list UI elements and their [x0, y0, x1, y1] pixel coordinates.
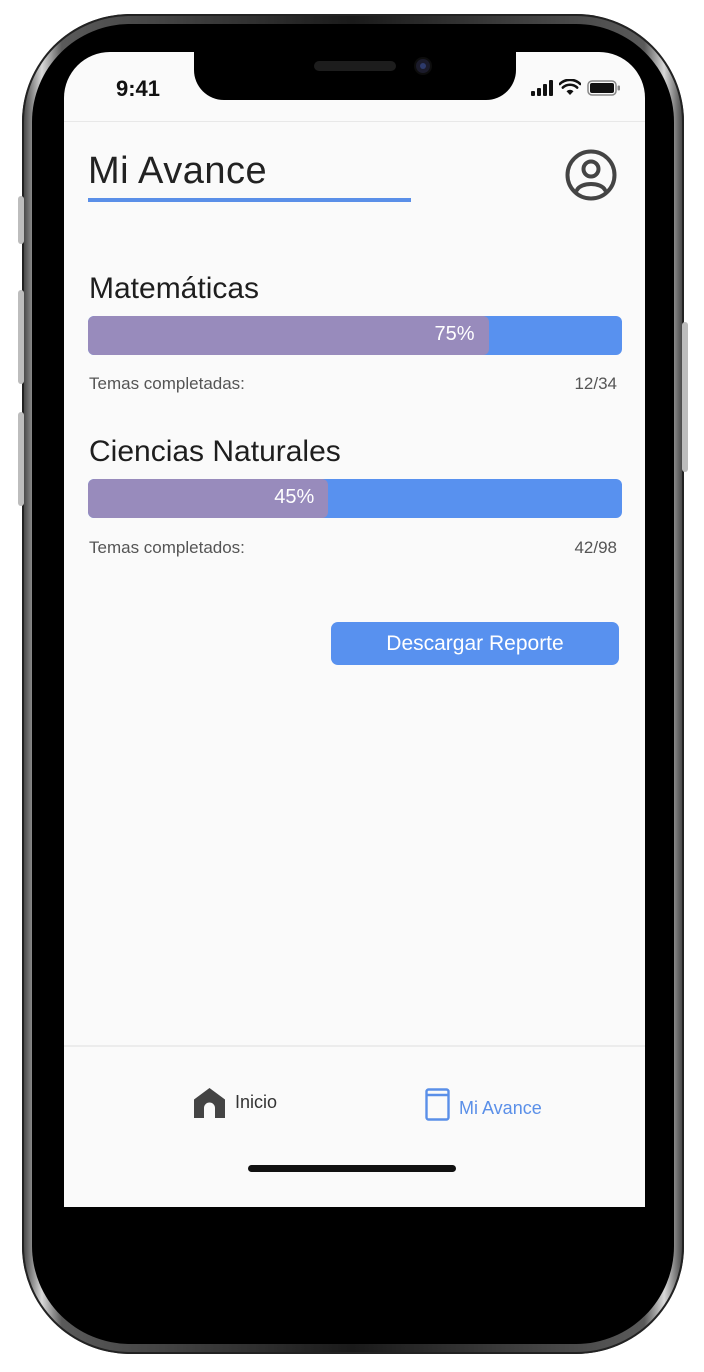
- status-time: 9:41: [116, 76, 161, 101]
- wifi-icon: [559, 79, 581, 95]
- speaker-grille: [314, 61, 396, 71]
- nav-label: Inicio: [235, 1092, 278, 1112]
- nav-item-mi-avance[interactable]: Mi Avance: [425, 1088, 542, 1121]
- progress-bar-ciencias: 45%: [88, 479, 622, 518]
- front-camera: [416, 59, 430, 73]
- progress-bar-matematicas: 75%: [88, 316, 622, 355]
- cellular-signal-icon: [531, 79, 553, 96]
- status-icons: [531, 79, 621, 96]
- subject-title-matematicas: Matemáticas: [89, 272, 260, 305]
- page-title: Mi Avance: [88, 150, 268, 192]
- topics-count: 42/98: [574, 538, 617, 557]
- topics-count: 12/34: [574, 374, 617, 393]
- volume-up-button: [18, 290, 24, 384]
- nav-label: Mi Avance: [459, 1098, 542, 1118]
- topics-label: Temas completadas:: [89, 374, 245, 393]
- progress-fill: 75%: [88, 316, 489, 355]
- progress-percentage: 75%: [434, 323, 475, 345]
- topics-label: Temas completados:: [89, 538, 245, 557]
- volume-down-button: [18, 412, 24, 506]
- nav-item-inicio[interactable]: Inicio: [193, 1087, 277, 1118]
- progress-fill: 45%: [88, 479, 329, 518]
- battery-icon: [587, 79, 620, 96]
- book-icon: [425, 1088, 450, 1121]
- title-underline: [88, 198, 411, 202]
- download-report-button[interactable]: Descargar Reporte: [331, 622, 619, 665]
- home-indicator: [248, 1165, 456, 1172]
- bottom-nav-divider: [64, 1045, 645, 1047]
- app-screen: 9:41 Mi Avance Matemáticas 75% Temas com…: [64, 52, 645, 1207]
- mute-switch: [18, 196, 24, 244]
- account-icon[interactable]: [564, 148, 618, 202]
- subject-title-ciencias: Ciencias Naturales: [89, 435, 341, 468]
- phone-notch: [194, 52, 516, 100]
- power-button: [682, 322, 688, 472]
- progress-percentage: 45%: [274, 486, 315, 508]
- home-icon: [194, 1088, 225, 1118]
- header-divider: [64, 121, 645, 122]
